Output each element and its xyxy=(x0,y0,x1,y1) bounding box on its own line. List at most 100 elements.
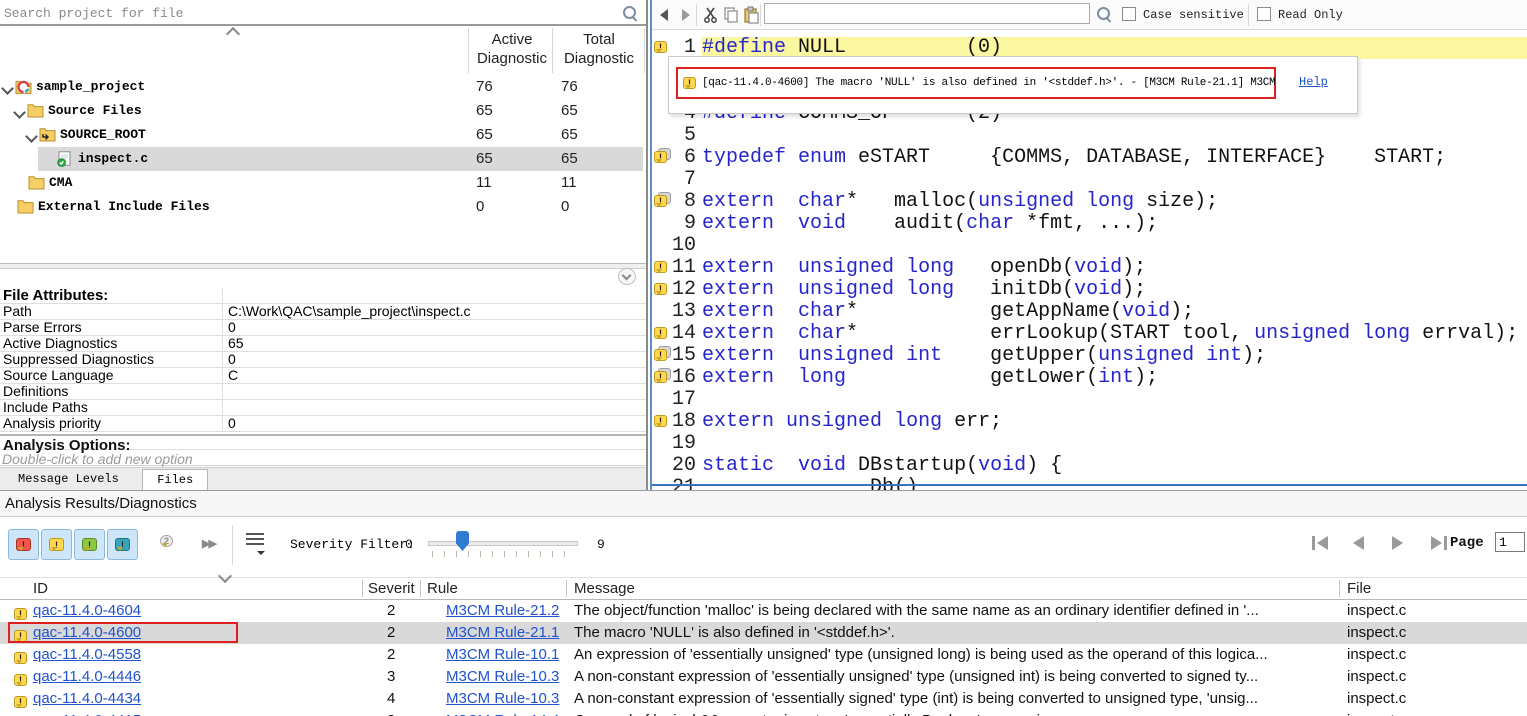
code-line-12[interactable]: !12extern unsigned long initDb(void); xyxy=(652,279,1527,301)
code-line-18[interactable]: !18extern unsigned long err; xyxy=(652,411,1527,433)
code-line-10[interactable]: 10 xyxy=(652,235,1527,257)
back-icon[interactable] xyxy=(656,6,674,24)
attribute-row-suppressed-diagnostics[interactable]: Suppressed Diagnostics0 xyxy=(0,352,646,368)
code-line-9[interactable]: 9extern void audit(char *fmt, ...); xyxy=(652,213,1527,235)
tab-message-levels[interactable]: Message Levels xyxy=(4,469,133,490)
view-menu-icon[interactable] xyxy=(246,533,264,546)
diagnostic-id-link[interactable]: qac-11.4.0-4558 xyxy=(33,646,141,663)
filter-error-button[interactable]: ! xyxy=(8,529,39,560)
tree-item-cma[interactable]: CMA1111 xyxy=(0,171,646,195)
help-link[interactable]: Help xyxy=(1299,75,1328,89)
rule-link[interactable]: M3CM Rule-10.3 xyxy=(446,668,559,685)
diagnostic-row-qac-11.4.0-4558[interactable]: !qac-11.4.0-45582M3CM Rule-10.1An expres… xyxy=(0,644,1527,666)
expander-icon[interactable] xyxy=(1,82,14,95)
code-line-17[interactable]: 17 xyxy=(652,389,1527,411)
first-page-button[interactable] xyxy=(1310,535,1332,551)
code-line-13[interactable]: 13extern char* getAppName(void); xyxy=(652,301,1527,323)
rule-link[interactable]: M3CM Rule-10.3 xyxy=(446,690,559,707)
tab-files[interactable]: Files xyxy=(142,469,208,490)
diagnostic-id-link[interactable]: qac-11.4.0-4446 xyxy=(33,668,141,685)
read-only-checkbox[interactable] xyxy=(1257,7,1271,21)
tree-item-inspect-c[interactable]: inspect.c6565 xyxy=(0,147,646,171)
results-grid-header: ID Severit Rule Message File xyxy=(0,577,1527,600)
forward-icon[interactable] xyxy=(676,6,694,24)
code-text: extern unsigned long openDb(void); xyxy=(702,257,1527,279)
panel-splitter[interactable] xyxy=(0,263,646,269)
diagnostic-row-qac-11.4.0-4446[interactable]: !qac-11.4.0-44463M3CM Rule-10.3A non-con… xyxy=(0,666,1527,688)
attribute-row-definitions[interactable]: Definitions xyxy=(0,384,646,400)
code-text xyxy=(702,389,1527,411)
rule-link[interactable]: M3CM Rule-10.1 xyxy=(446,646,559,663)
attribute-label: Include Paths xyxy=(3,400,88,415)
diagnostic-id-link[interactable]: qac-11.4.0-4415 xyxy=(33,712,141,716)
case-sensitive-checkbox[interactable] xyxy=(1122,7,1136,21)
page-input[interactable] xyxy=(1495,532,1525,552)
code-line-6[interactable]: !6typedef enum eSTART {COMMS, DATABASE, … xyxy=(652,147,1527,169)
editor-search-icon[interactable] xyxy=(1096,6,1112,22)
suppressed-messages-icon[interactable]: 2 xyxy=(160,535,173,547)
tree-item-sample-project[interactable]: sample_project7676 xyxy=(0,75,646,99)
column-header-total-diagnostic[interactable]: Total Diagnostic xyxy=(556,30,642,68)
severity-slider-handle[interactable] xyxy=(456,531,469,551)
attribute-row-include-paths[interactable]: Include Paths xyxy=(0,400,646,416)
editor-search-input[interactable] xyxy=(764,3,1090,24)
diagnostic-id-link[interactable]: qac-11.4.0-4434 xyxy=(33,690,141,707)
left-panel-tab-bar: Message Levels Files xyxy=(0,467,646,490)
rule-link[interactable]: M3CM Rule-14.4 xyxy=(446,712,559,716)
diagnostic-id-link[interactable]: qac-11.4.0-4604 xyxy=(33,602,141,619)
attribute-row-active-diagnostics[interactable]: Active Diagnostics65 xyxy=(0,336,646,352)
analysis-options-placeholder[interactable]: Double-click to add new option xyxy=(0,451,646,466)
paste-icon[interactable] xyxy=(742,6,760,24)
tree-item-source-root[interactable]: SOURCE_ROOT6565 xyxy=(0,123,646,147)
results-grid: !qac-11.4.0-46042M3CM Rule-21.2The objec… xyxy=(0,600,1527,716)
code-line-15[interactable]: !15extern unsigned int getUpper(unsigned… xyxy=(652,345,1527,367)
column-header-active-diagnostic[interactable]: Active Diagnostic xyxy=(472,30,552,68)
filter-note-button[interactable]: ! xyxy=(107,529,138,560)
column-header-id[interactable]: ID xyxy=(33,580,48,597)
next-page-button[interactable] xyxy=(1388,535,1410,551)
last-page-button[interactable] xyxy=(1427,535,1449,551)
code-line-14[interactable]: !14extern char* errLookup(START tool, un… xyxy=(652,323,1527,345)
column-header-rule[interactable]: Rule xyxy=(427,580,458,597)
attribute-row-path[interactable]: PathC:\Work\QAC\sample_project\inspect.c xyxy=(0,304,646,320)
severity-slider-track[interactable] xyxy=(428,541,578,546)
attribute-row-source-language[interactable]: Source LanguageC xyxy=(0,368,646,384)
code-line-11[interactable]: !11extern unsigned long openDb(void); xyxy=(652,257,1527,279)
diagnostic-row-qac-11.4.0-4604[interactable]: !qac-11.4.0-46042M3CM Rule-21.2The objec… xyxy=(0,600,1527,622)
column-header-severity[interactable]: Severit xyxy=(368,580,415,597)
diagnostic-row-qac-11.4.0-4600[interactable]: !qac-11.4.0-46002M3CM Rule-21.1The macro… xyxy=(0,622,1527,644)
tree-item-external-include-files[interactable]: External Include Files00 xyxy=(0,195,646,219)
expander-icon[interactable] xyxy=(13,106,26,119)
expander-icon[interactable] xyxy=(25,130,38,143)
filter-info-button[interactable]: ! xyxy=(74,529,105,560)
copy-icon[interactable] xyxy=(722,6,740,24)
search-icon[interactable] xyxy=(622,5,638,21)
attribute-row-parse-errors[interactable]: Parse Errors0 xyxy=(0,320,646,336)
tree-item-source-files[interactable]: Source Files6565 xyxy=(0,99,646,123)
collapse-panel-button[interactable] xyxy=(618,268,636,285)
filter-warning-button[interactable]: ! xyxy=(41,529,72,560)
code-line-16[interactable]: !16extern long getLower(int); xyxy=(652,367,1527,389)
code-line-8[interactable]: !8extern char* malloc(unsigned long size… xyxy=(652,191,1527,213)
attribute-row-analysis-priority[interactable]: Analysis priority0 xyxy=(0,416,646,432)
code-view[interactable]: !1#define NULL (0)234#define COMMS_OF (2… xyxy=(652,30,1527,490)
code-line-20[interactable]: 20static void DBstartup(void) { xyxy=(652,455,1527,477)
sort-ascending-icon[interactable] xyxy=(226,27,240,41)
cut-icon[interactable] xyxy=(702,6,720,24)
line-number: 18 xyxy=(668,411,696,433)
more-filters-icon[interactable]: ▶▶ xyxy=(202,537,215,550)
column-header-message[interactable]: Message xyxy=(574,580,635,597)
rule-link[interactable]: M3CM Rule-21.1 xyxy=(446,624,559,641)
previous-page-button[interactable] xyxy=(1349,535,1371,551)
column-header-file[interactable]: File xyxy=(1347,580,1371,597)
diagnostic-row-qac-11.4.0-4434[interactable]: !qac-11.4.0-44344M3CM Rule-10.3A non-con… xyxy=(0,688,1527,710)
project-search-input[interactable] xyxy=(2,2,616,24)
diagnostic-row-qac-11.4.0-4415[interactable]: !qac-11.4.0-44152M3CM Rule-14.4Operand o… xyxy=(0,710,1527,716)
file-check-icon xyxy=(57,151,74,167)
rule-link[interactable]: M3CM Rule-21.2 xyxy=(446,602,559,619)
code-line-7[interactable]: 7 xyxy=(652,169,1527,191)
code-line-19[interactable]: 19 xyxy=(652,433,1527,455)
code-line-5[interactable]: 5 xyxy=(652,125,1527,147)
code-text: extern unsigned int getUpper(unsigned in… xyxy=(702,345,1527,367)
code-text: extern char* malloc(unsigned long size); xyxy=(702,191,1527,213)
